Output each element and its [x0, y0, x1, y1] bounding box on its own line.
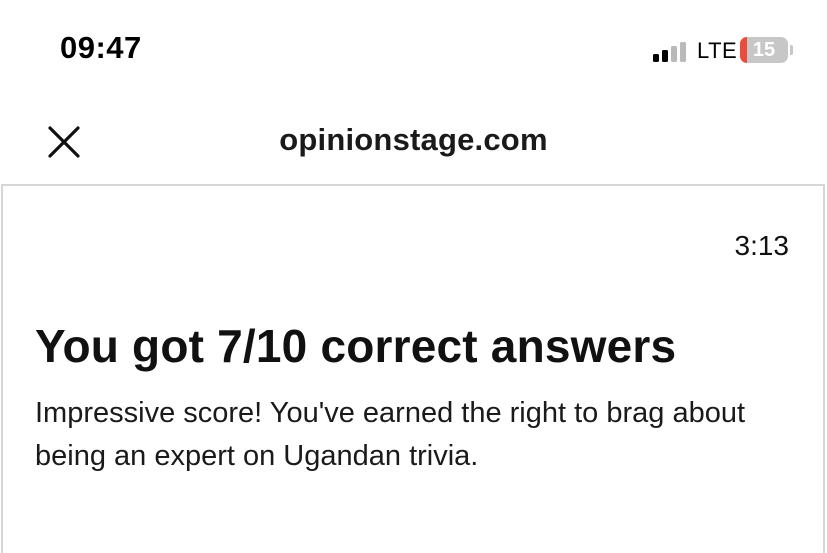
page-domain: opinionstage.com [279, 122, 548, 157]
quiz-timer: 3:13 [734, 230, 790, 261]
network-type: LTE [697, 38, 738, 63]
browser-header: opinionstage.com [0, 100, 827, 184]
screen: 09:47 LTE 15 opinionstage.com 3:13 You g… [0, 0, 827, 553]
battery-tip [790, 45, 793, 55]
result-description: Impressive score! You've earned the righ… [35, 397, 746, 472]
cellular-signal-icon [653, 40, 689, 62]
battery-icon: 15 [740, 37, 788, 63]
status-bar: 09:47 LTE 15 [0, 0, 827, 100]
status-time: 09:47 [60, 30, 142, 65]
quiz-result-card: 3:13 You got 7/10 correct answers Impres… [1, 184, 825, 553]
battery-level: 15 [752, 39, 776, 61]
result-title: You got 7/10 correct answers [35, 320, 677, 372]
